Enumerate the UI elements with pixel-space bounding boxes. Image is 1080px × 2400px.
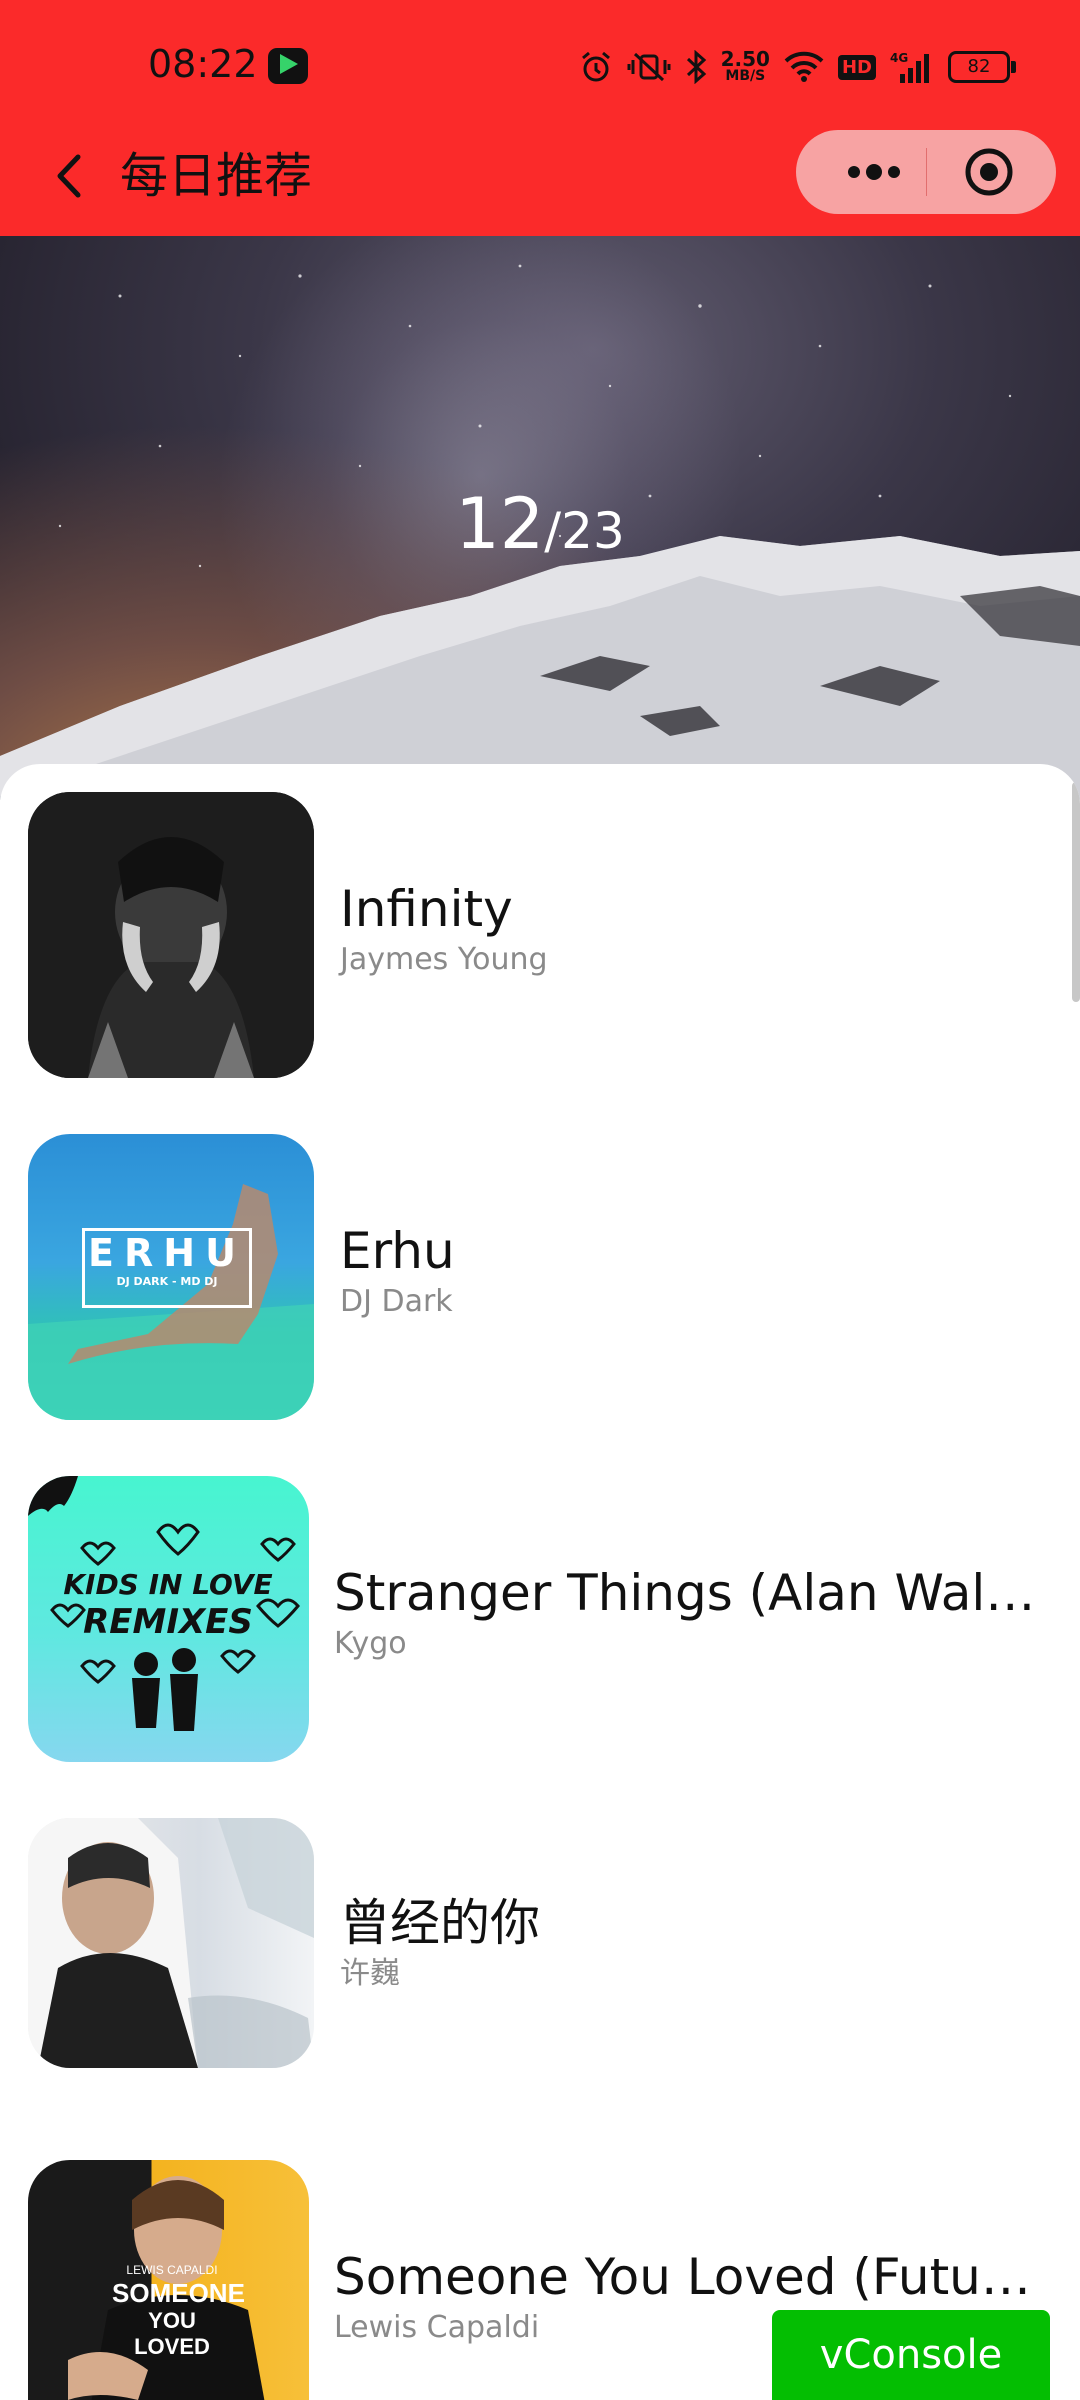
chevron-left-icon [57, 154, 81, 198]
svg-text:4G: 4G [890, 51, 908, 65]
cover-title-line1: SOMEONE [112, 2278, 245, 2308]
album-cover: KIDS IN LOVE REMIXES [28, 1476, 309, 1762]
date-month: /23 [544, 502, 625, 560]
video-app-notification-icon [268, 48, 308, 84]
back-button[interactable] [40, 146, 100, 206]
status-bar: 08:22 2.50 MB/S HD 4G 82 [0, 0, 1080, 120]
song-list[interactable]: Infinity Jaymes Young ERHU DJ DARK - MD … [0, 764, 1080, 2400]
page-title: 每日推荐 [120, 148, 313, 204]
cover-title-line2: YOU LOVED [134, 2308, 210, 2359]
album-cover: ERHU DJ DARK - MD DJ [28, 1134, 314, 1420]
song-info: Erhu DJ Dark [340, 1220, 1045, 1322]
song-item[interactable]: ERHU DJ DARK - MD DJ Erhu DJ Dark [0, 1134, 1080, 1424]
hero-banner: 12/23 [0, 236, 1080, 800]
page-header: 每日推荐 [0, 120, 1080, 236]
song-title: 曾经的你 [340, 1894, 540, 1952]
album-cover [28, 792, 314, 1078]
wifi-icon [784, 51, 824, 83]
cellular-signal-icon: 4G [890, 50, 934, 84]
mute-vibrate-icon [627, 50, 671, 84]
bluetooth-icon [685, 50, 707, 84]
song-info: Infinity Jaymes Young [340, 878, 1045, 980]
close-mini-program-button[interactable] [934, 130, 1044, 214]
song-item[interactable]: KIDS IN LOVE REMIXES Stranger Things (Al… [0, 1476, 1080, 1766]
hd-badge: HD [837, 54, 876, 80]
album-cover: LEWIS CAPALDI SOMEONE YOU LOVED [28, 2160, 309, 2400]
capsule-divider [926, 148, 927, 196]
battery-indicator: 82 [948, 51, 1016, 83]
cover-title-line2: REMIXES [83, 1602, 253, 1642]
cover-title-line1: KIDS IN LOVE [63, 1568, 273, 1601]
song-item[interactable]: Infinity Jaymes Young [0, 792, 1080, 1082]
song-title: Someone You Loved (Future Humans Remix) [334, 2248, 1039, 2306]
target-close-icon [965, 148, 1013, 196]
album-cover [28, 1818, 314, 2068]
mini-program-capsule [796, 130, 1056, 214]
more-dots-icon [848, 164, 900, 180]
song-artist: 许巍 [340, 1956, 400, 1991]
date-day: 12 [455, 483, 545, 565]
song-item[interactable]: 曾经的你 许巍 [0, 1818, 1080, 2108]
cover-title: ERHU [88, 1231, 246, 1275]
alarm-icon [579, 50, 613, 84]
song-artist: Jaymes Young [340, 942, 548, 977]
song-title: Infinity [340, 880, 513, 938]
song-info: 曾经的你 许巍 [340, 1892, 1045, 1994]
status-time: 08:22 [148, 42, 258, 86]
top-bar: 08:22 2.50 MB/S HD 4G 82 每日推荐 [0, 0, 1080, 236]
cover-subtitle: DJ DARK - MD DJ [116, 1275, 218, 1288]
cover-artist: LEWIS CAPALDI [126, 2263, 218, 2277]
network-speed: 2.50 MB/S [720, 47, 770, 84]
recommend-date: 12/23 [0, 484, 1080, 571]
song-title: Erhu [340, 1222, 455, 1280]
vconsole-button[interactable]: vConsole [772, 2310, 1050, 2400]
song-info: Stranger Things (Alan Walker Remix) Kygo [334, 1562, 1039, 1664]
song-title: Stranger Things (Alan Walker Remix) [334, 1564, 1039, 1622]
song-artist: DJ Dark [340, 1284, 453, 1319]
more-button[interactable] [824, 130, 924, 214]
song-artist: Kygo [334, 1626, 407, 1661]
status-icons: 2.50 MB/S HD 4G 82 [579, 44, 1016, 90]
